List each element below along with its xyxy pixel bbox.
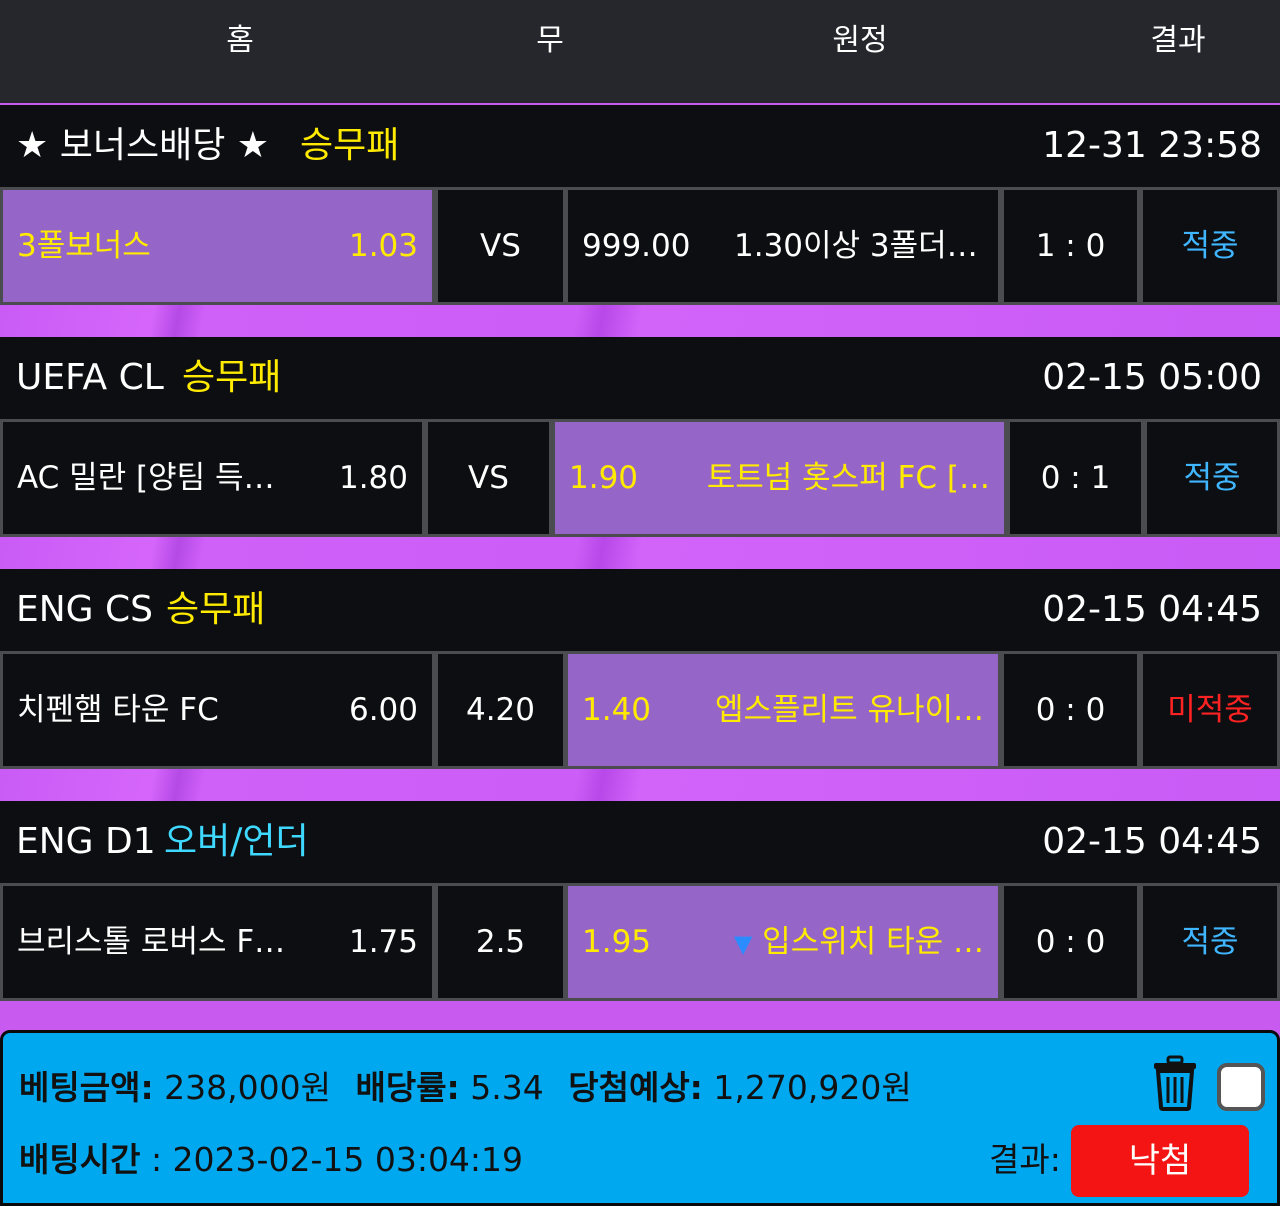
away-team: 입스위치 타운 … — [762, 924, 984, 960]
home-team: 치펜햄 타운 FC — [17, 692, 219, 728]
draw-cell[interactable]: VS — [438, 190, 563, 302]
result-label: 결과: — [989, 1140, 1061, 1179]
away-odds: 999.00 — [582, 228, 691, 264]
result-status: 적중 — [1183, 460, 1241, 496]
match-row: 치펜햄 타운 FC 6.00 4.20 1.40 엡스플리트 유나이… 0 : … — [0, 651, 1280, 769]
draw-cell[interactable]: VS — [428, 422, 549, 534]
league-name: UEFA CL — [16, 357, 164, 398]
bet-type: 승무패 — [166, 589, 266, 630]
draw-value: VS — [480, 228, 521, 264]
away-cell[interactable]: 999.00 1.30이상 3폴더이상 — [568, 190, 998, 302]
result-cell: 미적중 — [1143, 654, 1277, 766]
header-result: 결과 — [1150, 23, 1206, 58]
handicap-value: 2.5 — [475, 924, 526, 960]
home-odds: 1.03 — [348, 228, 418, 264]
odds-rate-label: 배당률: — [355, 1068, 460, 1107]
score-cell: 0 : 0 — [1004, 886, 1137, 998]
select-checkbox[interactable] — [1217, 1063, 1265, 1111]
match-datetime: 02-15 05:00 — [1042, 357, 1262, 398]
result-cell: 적중 — [1143, 886, 1277, 998]
score: 1 : 0 — [1035, 228, 1106, 264]
separator — [0, 305, 1280, 337]
match-row: 브리스톨 로버스 F… 1.75 2.5 1.95 ▼ 입스위치 타운 … 0 … — [0, 883, 1280, 1001]
home-odds: 6.00 — [348, 692, 418, 728]
column-header: 홈 무 원정 결과 — [0, 0, 1280, 103]
expected-win-value: 1,270,920원 — [713, 1068, 912, 1107]
away-team-wrap: ▼ 입스위치 타운 … — [734, 886, 984, 998]
away-team: 토트넘 홋스퍼 FC [… — [706, 460, 990, 496]
score-cell: 1 : 0 — [1004, 190, 1137, 302]
result-status: 적중 — [1181, 228, 1239, 264]
separator — [0, 537, 1280, 569]
result-status: 적중 — [1181, 924, 1239, 960]
draw-value: VS — [468, 460, 509, 496]
home-team: 브리스톨 로버스 F… — [17, 924, 286, 960]
home-cell[interactable]: 치펜햄 타운 FC 6.00 — [3, 654, 432, 766]
match-datetime: 02-15 04:45 — [1042, 589, 1262, 630]
result-cell: 적중 — [1143, 190, 1277, 302]
home-cell[interactable]: 브리스톨 로버스 F… 1.75 — [3, 886, 432, 998]
header-home: 홈 — [226, 23, 254, 58]
match-datetime: 12-31 23:58 — [1042, 125, 1262, 166]
result-cell: 적중 — [1147, 422, 1277, 534]
header-draw: 무 — [536, 23, 564, 58]
away-team: 1.30이상 3폴더이상 — [734, 228, 984, 264]
score: 0 : 0 — [1035, 924, 1106, 960]
home-team: AC 밀란 [양팀 득… — [17, 460, 275, 496]
match-row: 3폴보너스 1.03 VS 999.00 1.30이상 3폴더이상 1 : 0 … — [0, 187, 1280, 305]
draw-cell[interactable]: 2.5 — [438, 886, 563, 998]
home-cell[interactable]: 3폴보너스 1.03 — [3, 190, 432, 302]
score: 0 : 0 — [1035, 692, 1106, 728]
league-header: ENG D1 오버/언더 02-15 04:45 — [0, 801, 1280, 883]
separator — [0, 769, 1280, 801]
away-odds: 1.90 — [569, 460, 639, 496]
league-header: ★ 보너스배당 ★ 승무패 12-31 23:58 — [0, 105, 1280, 187]
away-odds: 1.40 — [582, 692, 652, 728]
draw-value: 4.20 — [465, 692, 536, 728]
result-button[interactable]: 낙첨 — [1071, 1125, 1249, 1197]
league-name: ENG D1 — [16, 821, 156, 862]
down-arrow-icon: ▼ — [733, 930, 753, 958]
score-cell: 0 : 0 — [1004, 654, 1137, 766]
bet-time-value: : 2023-02-15 03:04:19 — [150, 1140, 524, 1179]
bet-summary-panel: 베팅금액: 238,000원 배당률: 5.34 당첨예상: 1,270,920… — [0, 1030, 1280, 1206]
bet-time-label: 배팅시간 — [19, 1140, 141, 1179]
home-odds: 1.80 — [338, 460, 408, 496]
bet-type: 오버/언더 — [164, 821, 309, 862]
header-away: 원정 — [832, 23, 888, 58]
score-cell: 0 : 1 — [1010, 422, 1141, 534]
bet-amount-value: 238,000원 — [164, 1068, 331, 1107]
away-cell[interactable]: 1.90 토트넘 홋스퍼 FC [… — [555, 422, 1004, 534]
league-header: ENG CS 승무패 02-15 04:45 — [0, 569, 1280, 651]
score: 0 : 1 — [1040, 460, 1111, 496]
home-cell[interactable]: AC 밀란 [양팀 득… 1.80 — [3, 422, 422, 534]
match-datetime: 02-15 04:45 — [1042, 821, 1262, 862]
trash-icon[interactable] — [1151, 1055, 1199, 1111]
bet-type: 승무패 — [182, 357, 282, 398]
away-odds: 1.95 — [582, 924, 652, 960]
away-team: 엡스플리트 유나이… — [714, 692, 984, 728]
odds-rate-value: 5.34 — [470, 1068, 544, 1107]
match-row: AC 밀란 [양팀 득… 1.80 VS 1.90 토트넘 홋스퍼 FC [… … — [0, 419, 1280, 537]
bet-summary-line: 베팅금액: 238,000원 배당률: 5.34 당첨예상: 1,270,920… — [19, 1063, 912, 1113]
bet-type: 승무패 — [300, 125, 400, 166]
away-cell[interactable]: 1.95 ▼ 입스위치 타운 … — [568, 886, 998, 998]
home-team: 3폴보너스 — [17, 228, 151, 264]
league-header: UEFA CL 승무패 02-15 05:00 — [0, 337, 1280, 419]
bet-amount-label: 베팅금액: — [19, 1068, 154, 1107]
league-name: ★ 보너스배당 ★ — [16, 125, 270, 166]
draw-cell[interactable]: 4.20 — [438, 654, 563, 766]
bet-time-line: 배팅시간 : 2023-02-15 03:04:19 — [19, 1135, 523, 1185]
league-name: ENG CS — [16, 589, 154, 630]
expected-win-label: 당첨예상: — [568, 1068, 703, 1107]
away-cell[interactable]: 1.40 엡스플리트 유나이… — [568, 654, 998, 766]
home-odds: 1.75 — [348, 924, 418, 960]
result-status: 미적중 — [1167, 692, 1253, 728]
